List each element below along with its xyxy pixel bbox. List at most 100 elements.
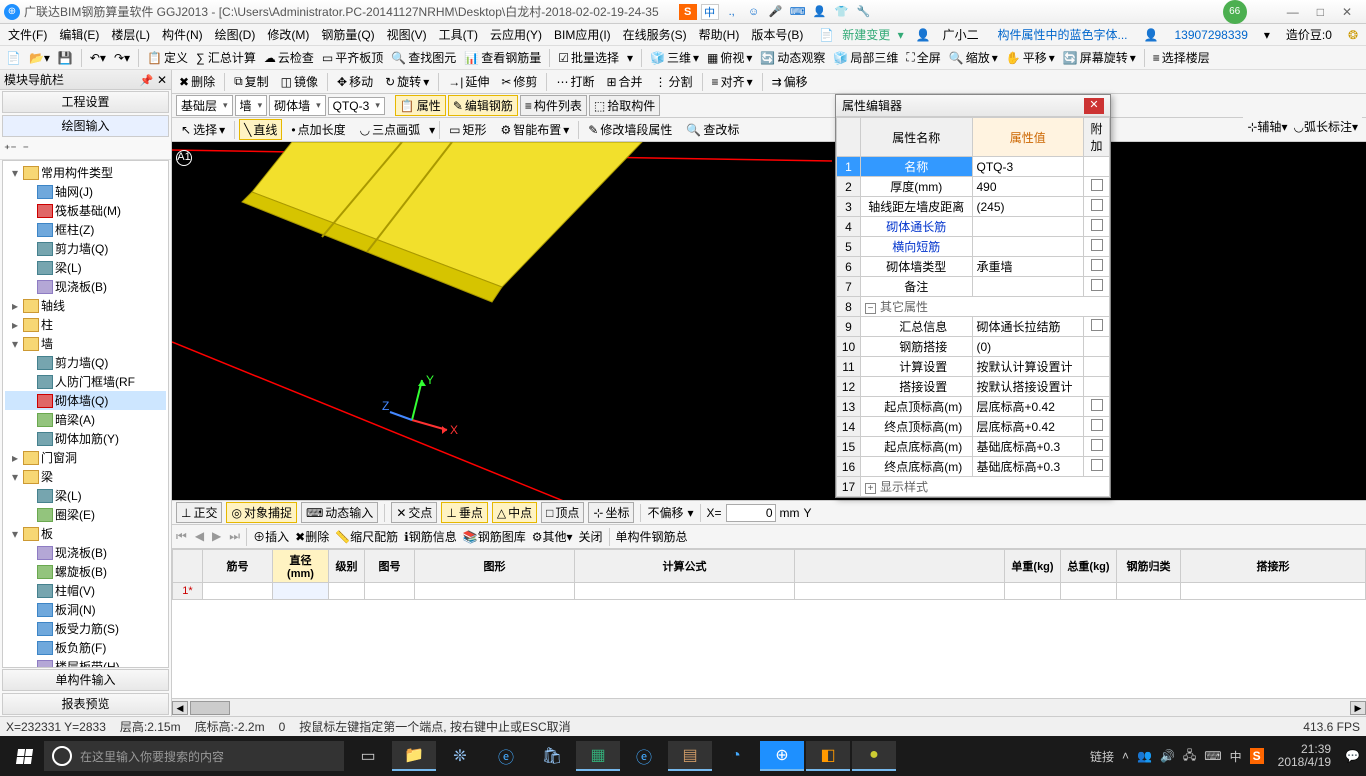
taskbar-explorer-icon[interactable]: 📁 [392, 741, 436, 771]
scroll-left-icon[interactable]: ◀ [172, 701, 188, 715]
section-preview[interactable]: 报表预览 [2, 693, 169, 715]
maximize-button[interactable]: □ [1317, 5, 1324, 19]
notification-bubble[interactable]: 66 [1223, 0, 1247, 24]
taskbar-excel-icon[interactable]: ▦ [576, 741, 620, 771]
line-tool[interactable]: ╲直线 [239, 119, 282, 140]
rebar-insert-button[interactable]: ⊕插入 [253, 528, 289, 545]
ime-lang-icon[interactable]: 中 [701, 4, 719, 20]
bean-icon[interactable]: ❂ [1344, 26, 1362, 44]
menu-version[interactable]: 版本号(B) [747, 24, 807, 45]
menu-draw[interactable]: 绘图(D) [211, 24, 260, 45]
move-button[interactable]: ✥移动 [334, 72, 376, 91]
split-button[interactable]: ⋮分割 [652, 72, 696, 91]
subcategory-combo[interactable]: 砌体墙 [269, 95, 326, 116]
pan-button[interactable]: ✋平移▾ [1004, 48, 1057, 67]
property-row[interactable]: 9汇总信息砌体通长拉结筋 [837, 317, 1110, 337]
col-splice[interactable]: 搭接形 [1181, 550, 1366, 583]
sum-calc-button[interactable]: ∑ 汇总计算 [194, 48, 258, 67]
perpendicular-snap[interactable]: ⊥垂点 [441, 502, 487, 523]
section-single[interactable]: 单构件输入 [2, 669, 169, 691]
col-category[interactable]: 钢筋归类 [1117, 550, 1181, 583]
item-combo[interactable]: QTQ-3 [328, 97, 385, 115]
ime-user-icon[interactable]: 👤 [811, 4, 829, 20]
property-table[interactable]: 属性名称 属性值 附加 1名称QTQ-32厚度(mm)4903轴线距左墙皮距离(… [836, 117, 1110, 497]
tray-people-icon[interactable]: 👥 [1137, 749, 1152, 763]
close-button[interactable]: ✕ [1342, 5, 1352, 19]
col-diameter[interactable]: 直径(mm) [273, 550, 329, 583]
col-shape[interactable]: 图形 [415, 550, 575, 583]
taskbar-app2-icon[interactable]: ▤ [668, 741, 712, 771]
taskbar-app1-icon[interactable]: ❊ [438, 741, 482, 771]
ime-punct-icon[interactable]: ., [723, 4, 741, 20]
menu-rebar[interactable]: 钢筋量(Q) [317, 24, 378, 45]
ime-skin-icon[interactable]: 👕 [833, 4, 851, 20]
col-total-weight[interactable]: 总重(kg) [1061, 550, 1117, 583]
property-row[interactable]: 3轴线距左墙皮距离(245) [837, 197, 1110, 217]
menu-file[interactable]: 文件(F) [4, 24, 51, 45]
tree-item[interactable]: ▸门窗洞 [5, 448, 166, 467]
flat-slab-button[interactable]: ▭平齐板顶 [320, 48, 385, 67]
rotate-button[interactable]: ↻旋转▾ [382, 72, 432, 91]
viewport-3d[interactable]: A1 X Y Z [172, 142, 1366, 500]
find-element-button[interactable]: 🔍查找图元 [389, 48, 458, 67]
tree-item[interactable]: 梁(L) [5, 258, 166, 277]
fullscreen-button[interactable]: ⛶全屏 [904, 48, 942, 67]
taskbar-ie-icon[interactable]: ⓔ [622, 741, 666, 771]
taskbar-store-icon[interactable]: 🛍 [530, 741, 574, 771]
redo-button[interactable]: ↷▾ [112, 50, 132, 66]
rebar-hscroll[interactable]: ◀ ▶ [172, 698, 1366, 716]
tree-item[interactable]: 圈梁(E) [5, 505, 166, 524]
tree-item[interactable]: 楼层板带(H) [5, 657, 166, 668]
arc-3pt-tool[interactable]: ◡三点画弧 [355, 119, 426, 140]
smart-layout-tool[interactable]: ⚙智能布置▾ [495, 119, 574, 140]
zoom-button[interactable]: 🔍缩放▾ [947, 48, 1000, 67]
rotate-screen-button[interactable]: 🔄屏幕旋转▾ [1061, 48, 1138, 67]
vertex-snap[interactable]: □顶点 [541, 502, 584, 523]
tree-item[interactable]: 轴网(J) [5, 182, 166, 201]
tray-chevron-icon[interactable]: ˄ [1122, 749, 1129, 763]
menu-modify[interactable]: 修改(M) [263, 24, 313, 45]
taskbar-edge-icon[interactable]: ⓔ [484, 741, 528, 771]
tray-volume-icon[interactable]: 🔊 [1160, 749, 1175, 763]
tray-link[interactable]: 链接 [1090, 748, 1114, 765]
tray-sogou-icon[interactable]: S [1250, 748, 1264, 764]
tree-item[interactable]: 筏板基础(M) [5, 201, 166, 220]
tree-item[interactable]: 板负筋(F) [5, 638, 166, 657]
ime-keyboard-icon[interactable]: ⌨ [789, 4, 807, 20]
component-list-button[interactable]: ≡构件列表 [520, 95, 587, 116]
taskbar-qq-icon[interactable]: ◔ [714, 741, 758, 771]
select-floor-button[interactable]: ≡选择楼层 [1151, 48, 1212, 67]
tree-item[interactable]: 暗梁(A) [5, 410, 166, 429]
scroll-thumb[interactable] [190, 701, 230, 715]
menu-view[interactable]: 视图(V) [383, 24, 431, 45]
col-fig-no[interactable]: 图号 [365, 550, 415, 583]
cloud-check-button[interactable]: ☁云检查 [262, 48, 316, 67]
property-row[interactable]: 4砌体通长筋 [837, 217, 1110, 237]
coord-snap[interactable]: ⊹坐标 [588, 502, 634, 523]
tree-item[interactable]: 板受力筋(S) [5, 619, 166, 638]
col-blank[interactable] [795, 550, 1005, 583]
nav-close-icon[interactable]: ✕ [157, 73, 167, 87]
tree-collapse-icon[interactable]: ⁻ [23, 142, 29, 156]
arc-dim-button[interactable]: ◡弧长标注▾ [1293, 118, 1358, 135]
intersection-snap[interactable]: ✕交点 [391, 502, 437, 523]
property-button[interactable]: 📋属性 [395, 95, 446, 116]
mirror-button[interactable]: ◫镜像 [278, 72, 321, 91]
property-row[interactable]: 16终点底标高(m)基础底标高+0.3 [837, 457, 1110, 477]
property-row[interactable]: 6砌体墙类型承重墙 [837, 257, 1110, 277]
tree-expand-icon[interactable]: ⁺⁻ [4, 142, 17, 156]
define-button[interactable]: 📋定义 [145, 48, 190, 67]
account-number[interactable]: 13907298339 [1170, 26, 1251, 44]
menu-component[interactable]: 构件(N) [158, 24, 207, 45]
view-3d-button[interactable]: 🧊三维▾ [648, 48, 701, 67]
taskbar-app3-icon[interactable]: ◧ [806, 741, 850, 771]
property-row[interactable]: 15起点底标高(m)基础底标高+0.3 [837, 437, 1110, 457]
property-row[interactable]: 7备注 [837, 277, 1110, 297]
tray-ime-zh[interactable]: 中 [1230, 748, 1242, 765]
taskbar-ggj-icon[interactable]: ⊕ [760, 741, 804, 771]
property-row[interactable]: 1名称QTQ-3 [837, 157, 1110, 177]
col-unit-weight[interactable]: 单重(kg) [1005, 550, 1061, 583]
select-tool[interactable]: ↖选择▾ [176, 119, 230, 140]
ime-tool-icon[interactable]: 🔧 [855, 4, 873, 20]
x-input[interactable] [726, 504, 776, 522]
